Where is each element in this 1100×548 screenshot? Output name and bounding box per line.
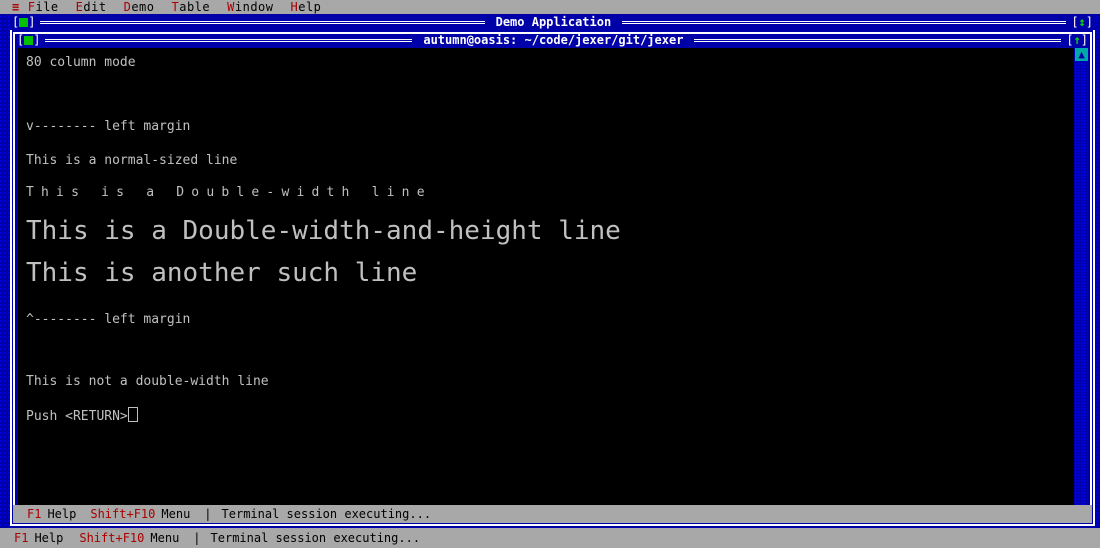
terminal-prompt: Push <RETURN> [26, 407, 138, 423]
inner-status-menu-label: Menu [161, 507, 191, 521]
demo-window-title: Demo Application [495, 15, 612, 29]
terminal-cursor [127, 407, 138, 422]
inner-status-f1-key[interactable]: F1 [27, 508, 41, 520]
terminal-window-title: autumn@oasis: ~/code/jexer/git/jexer [423, 33, 684, 47]
outer-status-separator: | [193, 531, 201, 545]
inner-status-f1-label: Help [47, 507, 77, 521]
outer-status-f1-key[interactable]: F1 [14, 532, 28, 544]
terminal-maximize-button[interactable]: [↑] [1064, 34, 1090, 46]
outer-menu-window[interactable]: Window [227, 1, 273, 13]
terminal-output[interactable]: 80 column mode v-------- left margin Thi… [18, 48, 1074, 518]
demo-maximize-button[interactable]: [↕] [1069, 16, 1095, 28]
outer-menu-table[interactable]: Table [172, 1, 211, 13]
inner-statusbar[interactable]: F1 Help Shift+F10 Menu | Terminal sessio… [13, 505, 1092, 523]
terminal-scrollbar[interactable]: ▲ ▼ [1075, 48, 1088, 518]
demo-close-button[interactable]: [] [10, 16, 37, 28]
titlebar-rule-right [622, 20, 1067, 24]
outer-status-menu-label: Menu [150, 531, 180, 545]
terminal-line-not-double: This is not a double-width line [26, 374, 269, 389]
demo-window-titlebar[interactable]: [] Demo Application [↕] [10, 14, 1095, 30]
terminal-titlebar[interactable]: [] autumn@oasis: ~/code/jexer/git/jexer … [15, 32, 1090, 48]
outer-menu-demo[interactable]: Demo [124, 1, 155, 13]
scroll-up-arrow-icon[interactable]: ▲ [1075, 48, 1088, 61]
inner-status-menu-key[interactable]: Shift+F10 [90, 508, 155, 520]
outer-status-message: Terminal session executing... [210, 531, 421, 545]
terminal-close-button[interactable]: [] [15, 34, 42, 46]
terminal-line-bottom-margin: ^-------- left margin [26, 312, 191, 327]
hamburger-icon[interactable]: ≡ [12, 1, 20, 13]
demo-inner-desktop: ≡ File Edit Demo Table Window Help snake… [13, 32, 1092, 523]
terminal-title-rule-right [694, 38, 1062, 42]
titlebar-rule-left [40, 20, 485, 24]
outer-statusbar[interactable]: F1 Help Shift+F10 Menu | Terminal sessio… [0, 528, 1100, 548]
demo-application-window[interactable]: [] Demo Application [↕] ≡ File Edit Demo… [10, 14, 1095, 526]
outer-status-menu-key[interactable]: Shift+F10 [79, 532, 144, 544]
outer-menubar[interactable]: ≡ File Edit Demo Table Window Help [0, 0, 1100, 14]
inner-status-separator: | [204, 507, 212, 521]
inner-status-message: Terminal session executing... [221, 507, 432, 521]
terminal-title-rule-left [45, 38, 413, 42]
terminal-line-mode: 80 column mode [26, 55, 136, 70]
terminal-prompt-text: Push <RETURN> [26, 409, 128, 424]
terminal-line-double-width: This is a Double-width line [26, 185, 432, 200]
terminal-line-double-width-height: This is a Double-width-and-height line [26, 216, 621, 246]
outer-menu-edit[interactable]: Edit [76, 1, 107, 13]
outer-menu-help[interactable]: Help [291, 1, 322, 13]
terminal-line-another: This is another such line [26, 258, 418, 288]
outer-status-f1-label: Help [34, 531, 64, 545]
terminal-line-normal: This is a normal-sized line [26, 153, 238, 168]
outer-menu-file[interactable]: File [28, 1, 59, 13]
terminal-line-top-margin: v-------- left margin [26, 119, 191, 134]
